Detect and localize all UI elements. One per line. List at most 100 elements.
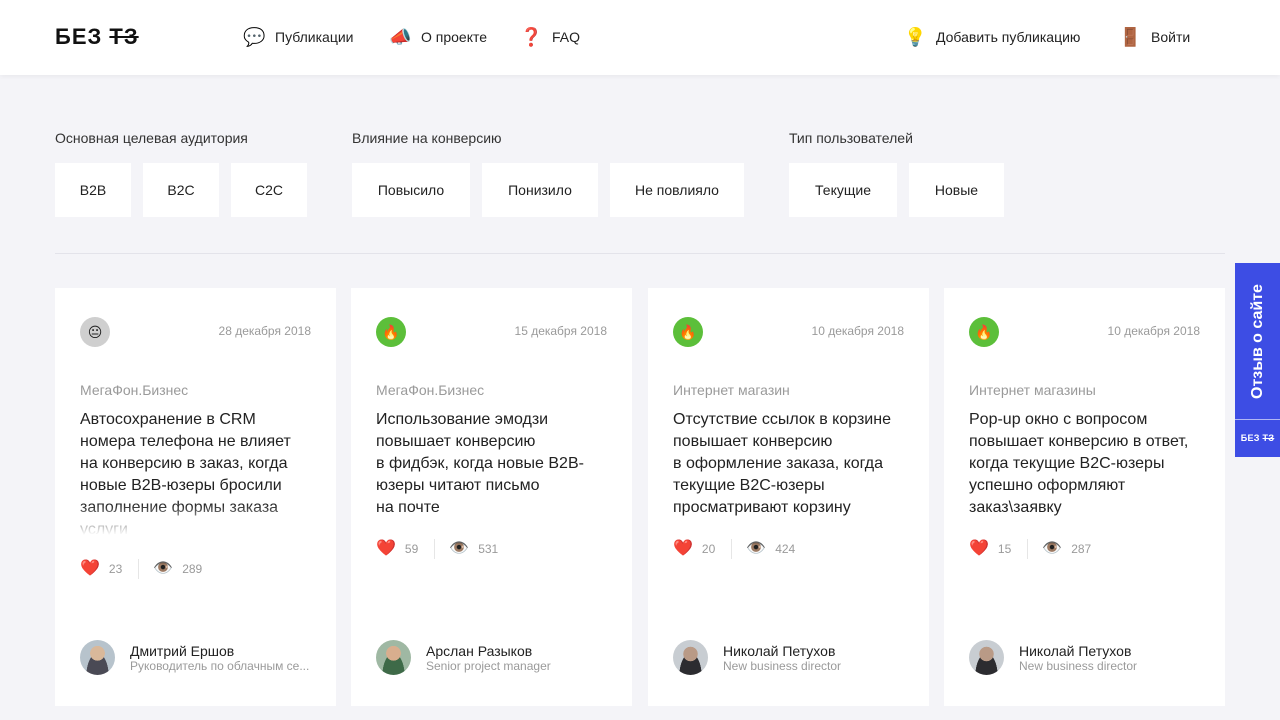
- feedback-tab-divider: [1235, 419, 1280, 420]
- likes-count: 15: [997, 542, 1012, 556]
- author-role: Senior project manager: [426, 658, 551, 673]
- fire-icon: 🔥: [376, 317, 406, 347]
- card-stats: ❤️ 20 👁️ 424: [673, 539, 795, 559]
- speech-bubble-icon: 💬: [243, 27, 266, 47]
- nav-about[interactable]: 📣 О проекте: [389, 26, 487, 48]
- author-name: Николай Петухов: [1019, 642, 1132, 659]
- section-divider: [55, 253, 1225, 254]
- stats-divider: [1027, 539, 1029, 559]
- feedback-logo-part1: БЕЗ: [1240, 433, 1260, 443]
- nav-about-label: О проекте: [421, 29, 488, 45]
- author-role: Руководитель по облачным се...: [130, 658, 310, 673]
- likes-stat[interactable]: ❤️ 15: [969, 541, 1011, 557]
- filter-chip-current[interactable]: Текущие: [789, 163, 897, 217]
- feedback-tab-logo: БЕЗ ТЗ: [1235, 433, 1280, 443]
- heart-icon: ❤️: [673, 540, 693, 557]
- nav-faq[interactable]: ❓ FAQ: [520, 26, 580, 48]
- filter-chip-b2c[interactable]: B2C: [143, 163, 219, 217]
- login-label: Войти: [1151, 29, 1191, 45]
- views-stat: 👁️ 287: [1042, 541, 1091, 557]
- author-role: New business director: [723, 658, 842, 673]
- publication-card[interactable]: 🔥 10 декабря 2018 Интернет магазины Pop-…: [944, 288, 1225, 706]
- add-publication-label: Добавить публикацию: [936, 29, 1081, 45]
- feedback-tab[interactable]: Отзыв о сайте БЕЗ ТЗ: [1235, 263, 1280, 457]
- likes-count: 20: [701, 542, 716, 556]
- publication-card[interactable]: 🔥 15 декабря 2018 МегаФон.Бизнес Использ…: [351, 288, 632, 706]
- question-mark-icon: ❓: [520, 27, 543, 47]
- filter-user-type: Тип пользователей Текущие Новые: [789, 130, 1004, 217]
- card-author[interactable]: Арслан Разыков Senior project manager: [376, 640, 611, 675]
- stats-divider: [138, 559, 140, 579]
- logo-text-part2: ТЗ: [109, 24, 139, 49]
- publication-card[interactable]: 😐 28 декабря 2018 МегаФон.Бизнес Автосох…: [55, 288, 336, 706]
- feedback-logo-part2: ТЗ: [1262, 433, 1275, 443]
- filter-user-type-title: Тип пользователей: [789, 130, 913, 146]
- filter-conversion-title: Влияние на конверсию: [352, 130, 502, 146]
- views-count: 531: [478, 542, 499, 556]
- card-date: 10 декабря 2018: [811, 324, 904, 338]
- author-role: New business director: [1019, 658, 1138, 673]
- avatar: [969, 640, 1004, 675]
- avatar: [80, 640, 115, 675]
- card-title: Отсутствие ссылок в корзине повышает кон…: [673, 411, 891, 516]
- filter-chip-no-effect[interactable]: Не повлияло: [610, 163, 744, 217]
- eye-icon: 👁️: [449, 540, 470, 557]
- author-name: Дмитрий Ершов: [130, 642, 235, 659]
- door-icon: 🚪: [1119, 27, 1142, 47]
- neutral-face-icon: 😐: [80, 317, 110, 347]
- logo-text-part1: БЕЗ: [55, 24, 103, 49]
- nav-faq-label: FAQ: [552, 29, 581, 45]
- feedback-tab-label: Отзыв о сайте: [1249, 284, 1266, 400]
- likes-stat[interactable]: ❤️ 59: [376, 541, 418, 557]
- card-stats: ❤️ 15 👁️ 287: [969, 539, 1091, 559]
- filter-chip-b2b[interactable]: B2B: [55, 163, 131, 217]
- card-category: Интернет магазин: [673, 382, 790, 398]
- card-author[interactable]: Николай Петухов New business director: [969, 640, 1204, 675]
- author-name: Николай Петухов: [723, 642, 836, 659]
- heart-icon: ❤️: [376, 540, 396, 557]
- megaphone-icon: 📣: [389, 27, 412, 47]
- likes-count: 23: [108, 562, 123, 576]
- top-header: БЕЗ ТЗ 💬 Публикации 📣 О проекте ❓ FAQ 💡 …: [0, 0, 1280, 75]
- card-category: МегаФон.Бизнес: [80, 382, 189, 398]
- filter-chip-c2c[interactable]: C2C: [231, 163, 307, 217]
- avatar: [673, 640, 708, 675]
- eye-icon: 👁️: [1042, 540, 1063, 557]
- heart-icon: ❤️: [80, 560, 100, 577]
- filter-chip-increased[interactable]: Повысило: [352, 163, 470, 217]
- likes-stat[interactable]: ❤️ 20: [673, 541, 715, 557]
- fire-icon: 🔥: [673, 317, 703, 347]
- light-bulb-icon: 💡: [904, 27, 927, 47]
- login-button[interactable]: 🚪 Войти: [1119, 26, 1190, 48]
- filter-chip-new[interactable]: Новые: [909, 163, 1004, 217]
- avatar: [376, 640, 411, 675]
- eye-icon: 👁️: [153, 560, 174, 577]
- nav-publications[interactable]: 💬 Публикации: [243, 26, 353, 48]
- site-logo[interactable]: БЕЗ ТЗ: [55, 24, 139, 50]
- publication-card[interactable]: 🔥 10 декабря 2018 Интернет магазин Отсут…: [648, 288, 929, 706]
- card-author[interactable]: Дмитрий Ершов Руководитель по облачным с…: [80, 640, 315, 675]
- card-title: Автосохранение в CRM номера телефона не …: [80, 411, 291, 535]
- filter-audience-title: Основная целевая аудитория: [55, 130, 248, 146]
- filter-chip-decreased[interactable]: Понизило: [482, 163, 598, 217]
- card-stats: ❤️ 59 👁️ 531: [376, 539, 498, 559]
- views-stat: 👁️ 289: [153, 561, 202, 577]
- card-title: Использование эмодзи повышает конверсию …: [376, 411, 584, 516]
- views-stat: 👁️ 531: [449, 541, 498, 557]
- nav-publications-label: Публикации: [275, 29, 354, 45]
- filter-audience: Основная целевая аудитория B2B B2C C2C: [55, 130, 307, 217]
- views-count: 289: [182, 562, 203, 576]
- card-stats: ❤️ 23 👁️ 289: [80, 559, 202, 579]
- card-date: 10 декабря 2018: [1107, 324, 1200, 338]
- likes-stat[interactable]: ❤️ 23: [80, 561, 122, 577]
- eye-icon: 👁️: [746, 540, 767, 557]
- author-name: Арслан Разыков: [426, 642, 533, 659]
- add-publication-button[interactable]: 💡 Добавить публикацию: [904, 26, 1080, 48]
- views-count: 424: [775, 542, 796, 556]
- card-category: МегаФон.Бизнес: [376, 382, 485, 398]
- card-date: 15 декабря 2018: [514, 324, 607, 338]
- stats-divider: [731, 539, 733, 559]
- stats-divider: [434, 539, 436, 559]
- card-date: 28 декабря 2018: [218, 324, 311, 338]
- card-author[interactable]: Николай Петухов New business director: [673, 640, 908, 675]
